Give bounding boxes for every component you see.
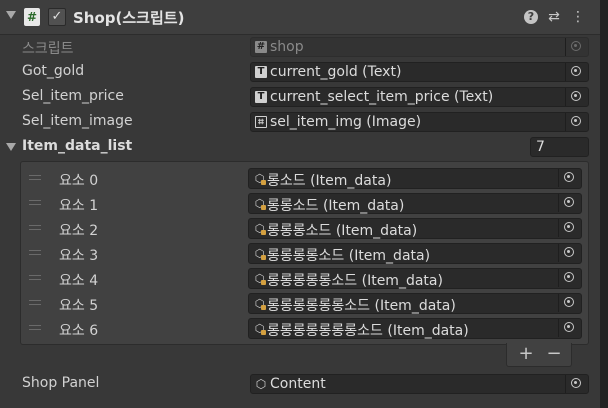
element-label: 요소 2 — [59, 223, 99, 239]
drag-handle-icon[interactable] — [29, 275, 41, 281]
add-element-button[interactable]: + — [513, 344, 539, 364]
object-picker-icon[interactable] — [565, 63, 588, 81]
remove-element-button[interactable]: − — [541, 344, 567, 364]
drag-handle-icon[interactable] — [29, 225, 41, 231]
scriptable-object-icon: ⬡ — [254, 272, 266, 285]
element-field[interactable]: ⬡ 롱롱롱롱롱롱소드 (Item_data) — [248, 293, 582, 314]
object-picker-icon[interactable] — [558, 269, 581, 287]
window-edge — [600, 0, 608, 408]
script-asset-icon: # — [255, 41, 267, 53]
object-picker-icon[interactable] — [558, 244, 581, 262]
element-label: 요소 4 — [59, 273, 99, 289]
element-value: 롱롱소드 (Item_data) — [267, 198, 405, 214]
element-field[interactable]: ⬡ 롱롱롱롱롱소드 (Item_data) — [248, 268, 582, 289]
scriptable-object-icon: ⬡ — [254, 197, 266, 210]
sel-item-image-field[interactable]: ⌗ sel_item_img (Image) — [250, 112, 589, 132]
list-size-input[interactable]: 7 — [530, 137, 589, 157]
image-component-icon: ⌗ — [255, 116, 267, 128]
list-fold-arrow-icon[interactable] — [6, 143, 16, 151]
sel-item-price-row: Sel_item_price T current_select_item_pri… — [0, 85, 600, 110]
got-gold-row: Got_gold T current_gold (Text) — [0, 60, 600, 85]
element-value: 롱롱롱롱롱소드 (Item_data) — [267, 273, 443, 289]
sel-item-price-label: Sel_item_price — [22, 88, 124, 104]
item-list-box: 요소 0 ⬡ 롱소드 (Item_data) 요소 1 ⬡ 롱롱소드 (Item… — [20, 161, 589, 345]
item-list-header[interactable]: Item_data_list 7 — [0, 135, 600, 160]
sel-item-price-field[interactable]: T current_select_item_price (Text) — [250, 87, 589, 107]
object-picker-icon[interactable] — [558, 294, 581, 312]
got-gold-label: Got_gold — [22, 63, 85, 79]
object-picker-icon[interactable] — [558, 169, 581, 187]
element-value: 롱소드 (Item_data) — [267, 173, 392, 189]
sel-item-price-value: current_select_item_price (Text) — [270, 89, 494, 105]
element-value: 롱롱롱소드 (Item_data) — [267, 223, 418, 239]
help-icon[interactable]: ? — [524, 10, 538, 24]
script-icon: # — [24, 8, 40, 26]
object-picker-icon[interactable] — [565, 88, 588, 106]
element-label: 요소 3 — [59, 248, 99, 264]
element-field[interactable]: ⬡ 롱롱롱롱소드 (Item_data) — [248, 243, 582, 264]
script-row: 스크립트 # shop — [0, 35, 600, 60]
element-field[interactable]: ⬡ 롱롱롱롱롱롱롱소드 (Item_data) — [248, 318, 582, 339]
element-field[interactable]: ⬡ 롱소드 (Item_data) — [248, 168, 582, 189]
sel-item-image-row: Sel_item_image ⌗ sel_item_img (Image) — [0, 110, 600, 135]
element-label: 요소 5 — [59, 298, 99, 314]
object-picker-icon[interactable] — [558, 194, 581, 212]
object-picker-icon[interactable] — [565, 375, 588, 393]
object-picker-icon[interactable] — [565, 113, 588, 131]
element-label: 요소 0 — [59, 173, 99, 189]
scriptable-object-icon: ⬡ — [254, 297, 266, 310]
fold-arrow-icon[interactable] — [6, 11, 16, 19]
object-picker-icon — [565, 38, 588, 56]
enabled-checkbox[interactable]: ✓ — [48, 8, 66, 26]
list-item: 요소 4 ⬡ 롱롱롱롱롱소드 (Item_data) — [21, 266, 590, 291]
element-field[interactable]: ⬡ 롱롱소드 (Item_data) — [248, 193, 582, 214]
list-item: 요소 5 ⬡ 롱롱롱롱롱롱소드 (Item_data) — [21, 291, 590, 316]
list-item: 요소 2 ⬡ 롱롱롱소드 (Item_data) — [21, 216, 590, 241]
inspector-panel: # ✓ Shop(스크립트) ? ⇄ ⋮ 스크립트 # shop Got_gol… — [0, 0, 600, 408]
drag-handle-icon[interactable] — [29, 300, 41, 306]
scriptable-object-icon: ⬡ — [254, 172, 266, 185]
text-component-icon: T — [255, 66, 267, 78]
shop-panel-value: Content — [270, 376, 326, 392]
scriptable-object-icon: ⬡ — [254, 322, 266, 335]
element-value: 롱롱롱롱소드 (Item_data) — [267, 248, 431, 264]
script-field: # shop — [250, 37, 589, 57]
object-picker-icon[interactable] — [558, 319, 581, 337]
script-label: 스크립트 — [22, 41, 74, 57]
drag-handle-icon[interactable] — [29, 325, 41, 331]
script-value: shop — [270, 39, 304, 55]
element-value: 롱롱롱롱롱롱소드 (Item_data) — [267, 298, 456, 314]
text-component-icon: T — [255, 91, 267, 103]
list-item: 요소 0 ⬡ 롱소드 (Item_data) — [21, 166, 590, 191]
gameobject-icon: ⬡ — [255, 377, 267, 391]
context-menu-icon[interactable]: ⋮ — [569, 8, 587, 26]
list-footer: + − — [506, 343, 572, 367]
got-gold-value: current_gold (Text) — [270, 64, 402, 80]
element-label: 요소 1 — [59, 198, 99, 214]
preset-settings-icon[interactable]: ⇄ — [545, 8, 563, 26]
object-picker-icon[interactable] — [558, 219, 581, 237]
list-item: 요소 3 ⬡ 롱롱롱롱소드 (Item_data) — [21, 241, 590, 266]
sel-item-image-value: sel_item_img (Image) — [270, 114, 422, 130]
shop-panel-label: Shop Panel — [22, 375, 100, 391]
element-field[interactable]: ⬡ 롱롱롱소드 (Item_data) — [248, 218, 582, 239]
element-value: 롱롱롱롱롱롱롱소드 (Item_data) — [267, 323, 469, 339]
item-list-label: Item_data_list — [22, 138, 133, 154]
got-gold-field[interactable]: T current_gold (Text) — [250, 62, 589, 82]
drag-handle-icon[interactable] — [29, 250, 41, 256]
shop-panel-field[interactable]: ⬡ Content — [250, 374, 589, 394]
component-header[interactable]: # ✓ Shop(스크립트) ? ⇄ ⋮ — [0, 0, 600, 35]
drag-handle-icon[interactable] — [29, 175, 41, 181]
element-label: 요소 6 — [59, 323, 99, 339]
scriptable-object-icon: ⬡ — [254, 247, 266, 260]
sel-item-image-label: Sel_item_image — [22, 113, 133, 129]
list-item: 요소 6 ⬡ 롱롱롱롱롱롱롱소드 (Item_data) — [21, 316, 590, 341]
list-item: 요소 1 ⬡ 롱롱소드 (Item_data) — [21, 191, 590, 216]
scriptable-object-icon: ⬡ — [254, 222, 266, 235]
shop-panel-row: Shop Panel ⬡ Content — [0, 372, 600, 397]
drag-handle-icon[interactable] — [29, 200, 41, 206]
component-title: Shop(스크립트) — [73, 9, 185, 27]
